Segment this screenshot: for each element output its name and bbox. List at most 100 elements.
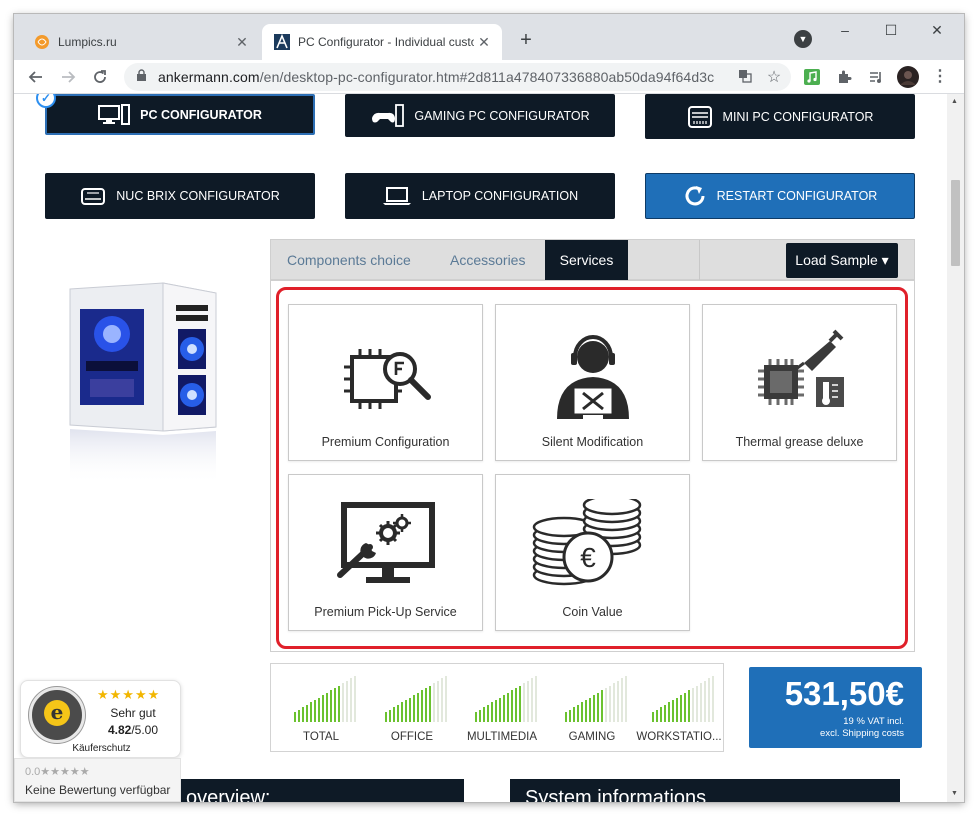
tab-components-choice[interactable]: Components choice [287, 240, 411, 280]
meter-bar [483, 707, 485, 722]
close-tab-icon[interactable]: ✕ [474, 34, 494, 51]
meter-bar [712, 676, 714, 722]
rating-score: 4.82/5.00 [91, 723, 175, 737]
laptop-configuration-button[interactable]: LAPTOP CONFIGURATION [345, 173, 615, 219]
review-widget[interactable]: 0.0★★★★★ Keine Bewertung verfügbar [14, 758, 181, 802]
score-max: /5.00 [131, 723, 159, 737]
meter-bar [625, 676, 627, 722]
performance-meters: TOTAL OFFICE MULTIMEDIA GAMING WORKSTATI… [270, 663, 724, 752]
mini-pc-configurator-label: MINI PC CONFIGURATOR [722, 109, 874, 124]
menu-kebab-icon[interactable]: ⋮ [928, 65, 952, 89]
meter-bar [692, 688, 694, 722]
meter-label: TOTAL [303, 731, 339, 743]
meter-bar [708, 678, 710, 722]
meter-office: OFFICE [367, 674, 457, 749]
price-vat: 19 % VAT incl. [843, 716, 904, 727]
reload-icon[interactable] [88, 65, 112, 89]
nuc-box-icon [81, 188, 106, 205]
gaming-pc-configurator-button[interactable]: GAMING PC CONFIGURATOR [345, 94, 615, 137]
meter-bar [298, 709, 300, 722]
music-extension-icon[interactable] [800, 65, 824, 89]
scrollbar-thumb[interactable] [951, 180, 960, 266]
meter-bar [676, 697, 678, 722]
meter-bar [425, 688, 427, 722]
meter-bar [621, 678, 623, 722]
overview-header: overview: [181, 779, 464, 802]
meter-bar [672, 700, 674, 722]
nuc-brix-configurator-button[interactable]: NUC BRIX CONFIGURATOR [45, 173, 315, 219]
lumpics-favicon-icon [35, 35, 49, 49]
address-bar[interactable]: ankermann.com/en/desktop-pc-configurator… [124, 63, 791, 91]
meter-multimedia: MULTIMEDIA [457, 674, 547, 749]
mini-pc-icon [687, 105, 712, 128]
profile-avatar[interactable] [896, 65, 920, 89]
meter-bar [609, 685, 611, 722]
forward-arrow-icon[interactable] [56, 65, 80, 89]
meter-bar [617, 680, 619, 722]
meter-bar [389, 709, 391, 722]
product-tabs: Components choice Accessories Services L… [270, 239, 915, 280]
meter-bar [507, 692, 509, 722]
meter-bar [334, 688, 336, 722]
meter-bar [306, 704, 308, 722]
maximize-button[interactable]: ☐ [868, 14, 914, 46]
scroll-down-icon[interactable]: ▼ [951, 790, 958, 797]
meter-bar [342, 683, 344, 722]
extensions-puzzle-icon[interactable] [832, 65, 856, 89]
gaming-pc-configurator-label: GAMING PC CONFIGURATOR [414, 108, 590, 123]
tab-lumpics[interactable]: Lumpics.ru ✕ [22, 24, 260, 60]
close-window-button[interactable]: ✕ [914, 14, 960, 46]
restart-configurator-button[interactable]: RESTART CONFIGURATOR [645, 173, 915, 219]
browser-toolbar: ankermann.com/en/desktop-pc-configurator… [14, 60, 964, 94]
meter-bar [354, 676, 356, 722]
meter-total: TOTAL [276, 674, 366, 749]
mini-pc-configurator-button[interactable]: MINI PC CONFIGURATOR [645, 94, 915, 139]
pc-configurator-label: PC CONFIGURATOR [140, 107, 262, 122]
price-amount: 531,50€ [784, 675, 904, 712]
load-sample-button[interactable]: Load Sample ▾ [786, 243, 898, 278]
meter-bar [660, 707, 662, 722]
minimize-button[interactable]: – [822, 14, 868, 46]
page-scrollbar[interactable]: ▲ ▼ [947, 94, 964, 802]
meter-bar [668, 702, 670, 722]
scroll-up-icon[interactable]: ▲ [951, 98, 958, 105]
gamepad-tower-icon [372, 103, 405, 127]
tab-services[interactable]: Services [545, 240, 628, 280]
meter-bar [441, 678, 443, 722]
meter-bar [511, 690, 513, 722]
meter-bar [585, 700, 587, 722]
meter-bar [577, 704, 579, 722]
meter-bar [401, 702, 403, 722]
tab-search-icon[interactable]: ▼ [794, 30, 812, 48]
new-tab-button[interactable]: + [514, 28, 538, 52]
meter-bar [487, 704, 489, 722]
lock-icon [136, 69, 150, 85]
overview-title: overview: [186, 787, 271, 802]
close-tab-icon[interactable]: ✕ [232, 34, 252, 51]
meter-bar [664, 704, 666, 722]
meter-bar [696, 685, 698, 722]
meter-bar [350, 678, 352, 722]
bookmark-star-icon[interactable]: ☆ [757, 67, 791, 87]
restart-icon [685, 186, 705, 206]
meter-bar [597, 692, 599, 722]
meter-bar [429, 685, 431, 722]
meter-bar [688, 690, 690, 722]
meter-bar [322, 695, 324, 722]
pc-configurator-button[interactable]: PC CONFIGURATOR [45, 94, 315, 135]
trusted-shops-badge[interactable]: e ★★★★★ Sehr gut 4.82/5.00 Käuferschutz [20, 680, 181, 758]
back-arrow-icon[interactable] [24, 65, 48, 89]
meter-bar [437, 680, 439, 722]
tab-pc-configurator[interactable]: PC Configurator - Individual custom PC ✕ [262, 24, 502, 60]
meter-bar [589, 697, 591, 722]
review-stars: 0.0★★★★★ [25, 766, 90, 778]
meter-bar [314, 700, 316, 722]
tab-strip: Lumpics.ru ✕ PC Configurator - Individua… [14, 14, 964, 60]
meter-bar [605, 688, 607, 722]
tab-accessories[interactable]: Accessories [450, 240, 525, 280]
meter-bar [445, 676, 447, 722]
meter-bar [593, 695, 595, 722]
media-control-icon[interactable] [864, 65, 888, 89]
translate-icon[interactable] [733, 69, 757, 86]
meter-bar [302, 707, 304, 722]
